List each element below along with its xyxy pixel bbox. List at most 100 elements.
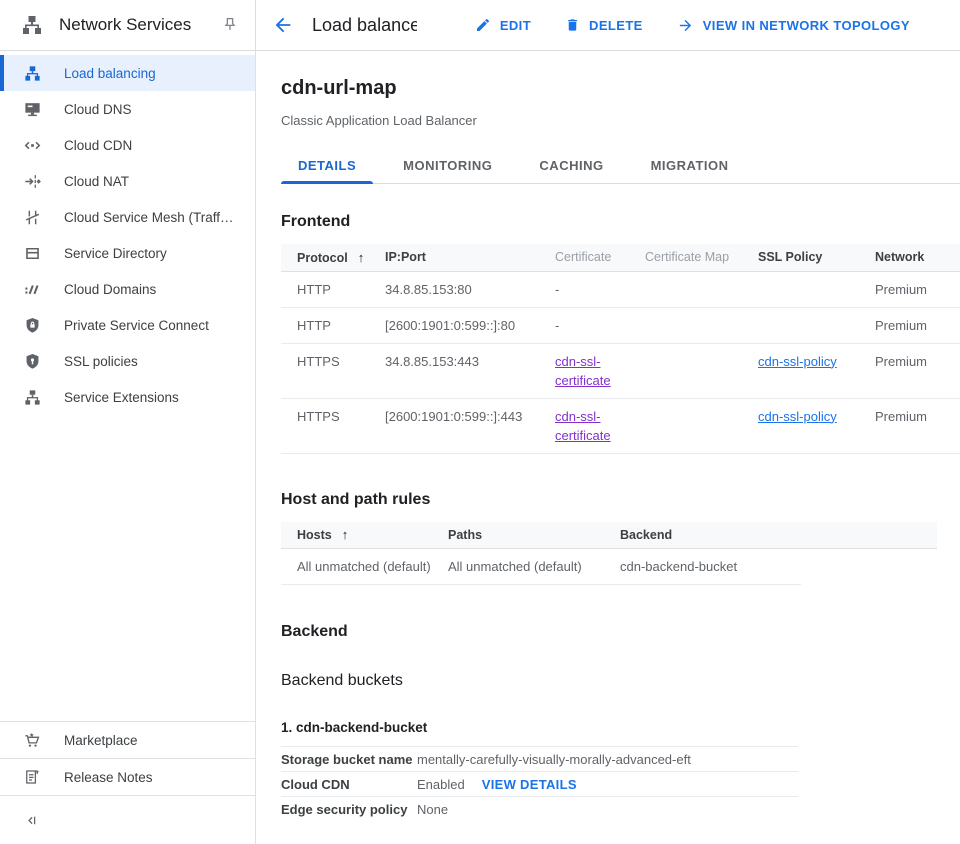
backend-heading: Backend (281, 623, 960, 641)
certificate-link[interactable]: cdn-ssl-certificate (555, 354, 611, 388)
ssl-policy-link[interactable]: cdn-ssl-policy (758, 354, 837, 369)
kv-key: Cloud CDN (281, 777, 417, 792)
sidebar-item-service-extensions[interactable]: Service Extensions (0, 379, 255, 415)
trash-icon (565, 17, 580, 33)
row-divider (281, 584, 801, 585)
app-bar: Network Services Load balancer… EDIT DEL… (0, 0, 960, 51)
tab-migration[interactable]: MIGRATION (634, 147, 746, 183)
column-header-paths[interactable]: Paths (448, 522, 620, 549)
cell-certificate-map (645, 343, 758, 398)
topology-button-label: VIEW IN NETWORK TOPOLOGY (703, 18, 910, 33)
column-header-protocol[interactable]: Protocol↑ (281, 244, 385, 271)
sidebar-item-label: Cloud Service Mesh (Traff… (64, 210, 234, 225)
sidebar-item-cloud-cdn[interactable]: Cloud CDN (0, 127, 255, 163)
kv-row-storage-bucket: Storage bucket name mentally-carefully-v… (281, 746, 798, 771)
column-header-ssl-policy[interactable]: SSL Policy (758, 244, 875, 271)
product-title: Network Services (59, 15, 219, 35)
cell-certificate-map (645, 398, 758, 453)
frontend-table-wrap: Protocol↑ IP:Port Certificate Certificat… (281, 231, 960, 454)
sidebar-item-load-balancing[interactable]: Load balancing (0, 55, 255, 91)
page-title: Load balancer… (312, 15, 417, 36)
sidebar-item-marketplace[interactable]: Marketplace (0, 721, 255, 758)
host-path-header-row: Hosts↑ Paths Backend (281, 522, 937, 549)
frontend-row: HTTPS 34.8.85.153:443 cdn-ssl-certificat… (281, 343, 960, 398)
frontend-heading: Frontend (281, 213, 960, 231)
sidebar-item-cloud-nat[interactable]: Cloud NAT (0, 163, 255, 199)
sidebar-item-release-notes[interactable]: Release Notes (0, 758, 255, 795)
frontend-row: HTTP [2600:1901:0:599::]:80 - Premium (281, 307, 960, 343)
backend-buckets-subheading: Backend buckets (281, 672, 960, 690)
load-balancing-icon (20, 64, 44, 83)
sidebar-item-label: Cloud DNS (64, 102, 132, 117)
collapse-sidebar-icon[interactable] (24, 813, 39, 828)
sidebar-item-label: Load balancing (64, 66, 156, 81)
sidebar-collapse-row (0, 795, 255, 844)
kv-value: mentally-carefully-visually-morally-adva… (417, 752, 691, 767)
sort-ascending-icon: ↑ (342, 527, 349, 542)
delete-button-label: DELETE (589, 18, 643, 33)
service-extensions-icon (20, 388, 44, 407)
sidebar-item-ssl-policies[interactable]: SSL policies (0, 343, 255, 379)
shield-lock-icon (20, 316, 44, 335)
cell-protocol: HTTPS (281, 343, 385, 398)
cell-ip-port: [2600:1901:0:599::]:80 (385, 307, 555, 343)
sidebar-nav: Load balancing Cloud DNS Cloud CDN Cloud… (0, 51, 255, 415)
page-actions: EDIT DELETE VIEW IN NETWORK TOPOLOGY (475, 17, 944, 34)
back-arrow-icon[interactable] (268, 10, 298, 40)
cell-certificate: - (555, 271, 645, 307)
pin-icon[interactable] (219, 14, 241, 36)
cloud-cdn-icon (20, 136, 44, 155)
column-header-network[interactable]: Network (875, 244, 960, 271)
certificate-link[interactable]: cdn-ssl-certificate (555, 409, 611, 443)
cloud-domains-icon (20, 280, 44, 299)
kv-value: None (417, 802, 448, 817)
column-header-backend[interactable]: Backend (620, 522, 937, 549)
tab-caching[interactable]: CACHING (522, 147, 620, 183)
sort-ascending-icon: ↑ (358, 250, 365, 265)
column-header-hosts[interactable]: Hosts↑ (281, 522, 448, 549)
sidebar-item-cloud-domains[interactable]: Cloud Domains (0, 271, 255, 307)
tab-details[interactable]: DETAILS (281, 147, 373, 183)
kv-key: Storage bucket name (281, 752, 417, 767)
sidebar-item-cloud-dns[interactable]: Cloud DNS (0, 91, 255, 127)
cell-hosts: All unmatched (default) (281, 549, 448, 585)
sidebar-item-service-directory[interactable]: Service Directory (0, 235, 255, 271)
edit-button[interactable]: EDIT (475, 17, 531, 33)
cell-ssl-policy (758, 271, 875, 307)
cell-backend: cdn-backend-bucket (620, 549, 937, 585)
column-header-certificate[interactable]: Certificate (555, 244, 645, 271)
cell-protocol: HTTP (281, 271, 385, 307)
view-details-link[interactable]: VIEW DETAILS (482, 777, 577, 792)
column-header-ip-port[interactable]: IP:Port (385, 244, 555, 271)
column-header-certificate-map[interactable]: Certificate Map (645, 244, 758, 271)
resource-title: cdn-url-map (281, 77, 960, 100)
marketplace-cart-icon (20, 731, 44, 750)
cell-ssl-policy (758, 307, 875, 343)
tab-monitoring[interactable]: MONITORING (386, 147, 509, 183)
delete-button[interactable]: DELETE (565, 17, 643, 33)
cell-network: Premium (875, 398, 960, 453)
backend-bucket-details: Storage bucket name mentally-carefully-v… (281, 746, 798, 822)
arrow-right-icon (677, 17, 694, 34)
sidebar-item-private-service-connect[interactable]: Private Service Connect (0, 307, 255, 343)
cloud-nat-icon (20, 172, 44, 191)
kv-row-edge-security-policy: Edge security policy None (281, 796, 798, 822)
cell-protocol: HTTPS (281, 398, 385, 453)
sidebar-item-label: Service Directory (64, 246, 167, 261)
host-path-row: All unmatched (default) All unmatched (d… (281, 549, 937, 585)
cell-ssl-policy: cdn-ssl-policy (758, 343, 875, 398)
host-path-rules-heading: Host and path rules (281, 491, 960, 509)
cell-ip-port: 34.8.85.153:443 (385, 343, 555, 398)
cell-certificate-map (645, 271, 758, 307)
cell-network: Premium (875, 271, 960, 307)
ssl-policy-link[interactable]: cdn-ssl-policy (758, 409, 837, 424)
sidebar-item-cloud-service-mesh[interactable]: Cloud Service Mesh (Traff… (0, 199, 255, 235)
sidebar-item-label: Private Service Connect (64, 318, 209, 333)
frontend-header-row: Protocol↑ IP:Port Certificate Certificat… (281, 244, 960, 271)
kv-value: Enabled (417, 777, 465, 792)
cell-certificate: - (555, 307, 645, 343)
cell-paths: All unmatched (default) (448, 549, 620, 585)
view-in-network-topology-button[interactable]: VIEW IN NETWORK TOPOLOGY (677, 17, 910, 34)
frontend-row: HTTP 34.8.85.153:80 - Premium (281, 271, 960, 307)
kv-row-cloud-cdn: Cloud CDN Enabled VIEW DETAILS (281, 771, 798, 796)
